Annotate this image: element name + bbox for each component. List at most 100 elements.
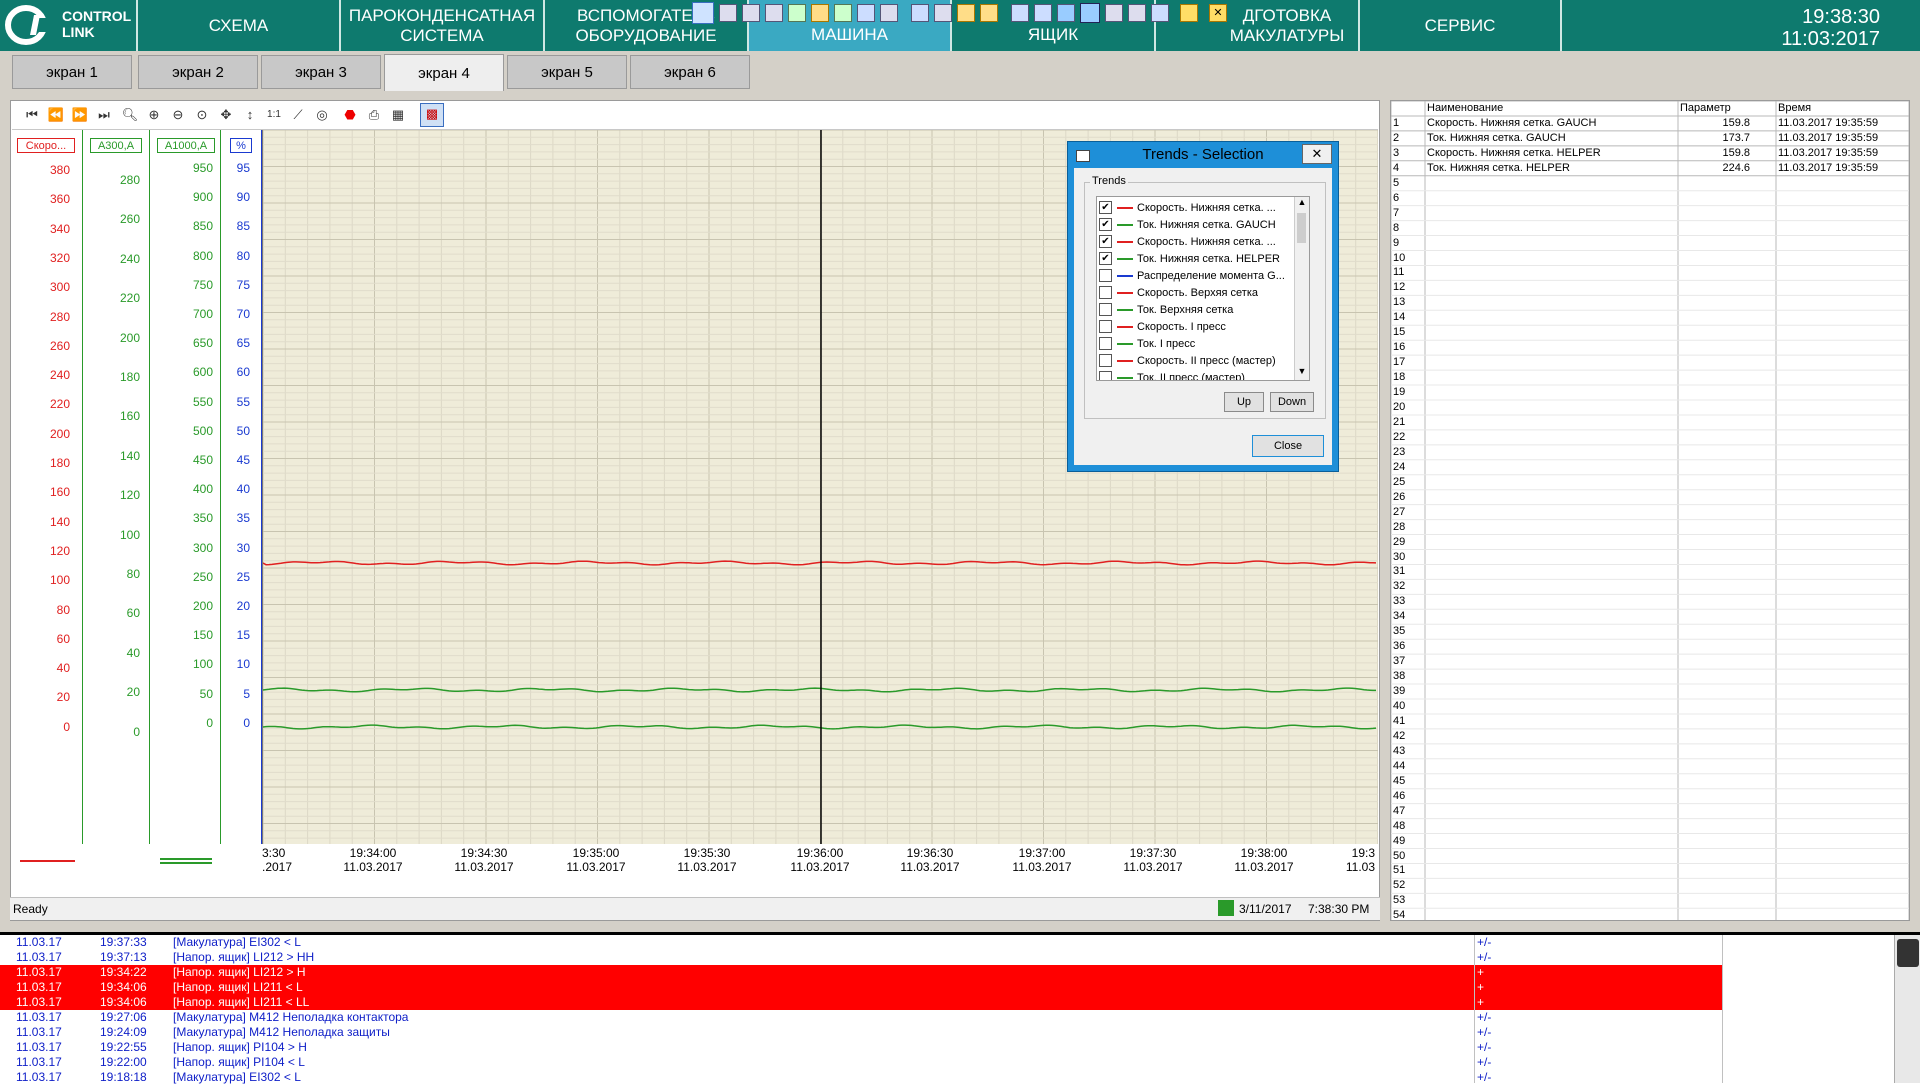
alarm-time: 19:34:22 bbox=[100, 965, 147, 979]
tab-screen-3[interactable]: экран 3 bbox=[261, 55, 381, 89]
tools-icon[interactable] bbox=[1128, 4, 1146, 22]
tab-screen-2[interactable]: экран 2 bbox=[138, 55, 258, 89]
alarm-row[interactable]: 11.03.17 19:22:00 [Напор. ящик] PI104 < L +… bbox=[0, 1055, 1894, 1070]
trend-list-item[interactable]: Ток. I пресс bbox=[1099, 335, 1195, 352]
nav-service[interactable]: СЕРВИС bbox=[1360, 0, 1562, 51]
trend-checkbox[interactable] bbox=[1099, 371, 1112, 380]
tab-screen-5[interactable]: экран 5 bbox=[507, 55, 627, 89]
trend-checkbox[interactable] bbox=[1099, 337, 1112, 350]
table-row-number: 10 bbox=[1393, 251, 1406, 264]
one-to-one-icon[interactable]: 1:1 bbox=[264, 105, 284, 125]
zoom-out-icon[interactable]: ⊖ bbox=[168, 105, 188, 125]
scroll-down-icon[interactable]: ▼ bbox=[1295, 366, 1309, 380]
tab-screen-1[interactable]: экран 1 bbox=[12, 55, 132, 89]
target-icon[interactable]: ◎ bbox=[312, 105, 332, 125]
alarm-text: [Макулатура] EI302 < L bbox=[173, 935, 301, 949]
print-icon[interactable]: ⎙ bbox=[364, 105, 384, 125]
trend-select-icon[interactable]: ▩ bbox=[420, 103, 444, 127]
alarm-row[interactable]: 11.03.17 19:34:06 [Напор. ящик] LI211 < LL… bbox=[0, 995, 1723, 1010]
first-icon[interactable]: ⏮ bbox=[22, 105, 42, 125]
trend-list-item[interactable]: ✔ Скорость. Нижняя сетка. ... bbox=[1099, 233, 1276, 250]
tab-screen-6[interactable]: экран 6 bbox=[630, 55, 750, 89]
tick-a300: 120 bbox=[119, 488, 140, 503]
alarm-scrollbar[interactable] bbox=[1894, 935, 1920, 1083]
trend-checkbox[interactable] bbox=[1099, 269, 1112, 282]
trend-checkbox[interactable] bbox=[1099, 303, 1112, 316]
user-icon[interactable] bbox=[911, 4, 929, 22]
up-button[interactable]: Up bbox=[1224, 392, 1264, 412]
trend-list-item[interactable]: Распределение момента G... bbox=[1099, 267, 1285, 284]
trend-list-item[interactable]: Скорость. Верхяя сетка bbox=[1099, 284, 1258, 301]
next-icon[interactable]: ⏩ bbox=[70, 105, 90, 125]
tab-screen-4[interactable]: экран 4 bbox=[384, 54, 504, 91]
trends-listbox[interactable]: ✔ Скорость. Нижняя сетка. ... ✔ Ток. Нижняя… bbox=[1096, 196, 1310, 381]
zoom-in-icon[interactable]: ⊕ bbox=[144, 105, 164, 125]
trend-list-item[interactable]: ✔ Ток. Нижняя сетка. HELPER bbox=[1099, 250, 1280, 267]
prev-icon[interactable]: ⏪ bbox=[46, 105, 66, 125]
trend-list-item[interactable]: Скорость. II пресс (мастер) bbox=[1099, 352, 1276, 369]
axis-box-a1000[interactable]: A1000,A bbox=[157, 138, 215, 153]
stop-icon[interactable]: ⬣ bbox=[340, 105, 360, 125]
remote-icon[interactable] bbox=[692, 2, 714, 24]
last-icon[interactable]: ⏭ bbox=[94, 105, 114, 125]
nav-schema[interactable]: СХЕМА bbox=[138, 0, 341, 51]
scroll-up-icon[interactable]: ▲ bbox=[1295, 197, 1309, 211]
axis-box-speed[interactable]: Скоро... bbox=[17, 138, 75, 153]
users-icon[interactable] bbox=[834, 4, 852, 22]
trend-checkbox[interactable]: ✔ bbox=[1099, 235, 1112, 248]
clock-app-icon[interactable] bbox=[811, 4, 829, 22]
alarm-row[interactable]: 11.03.17 19:27:06 [Макулатура] M412 Непола… bbox=[0, 1010, 1894, 1025]
zoom-area-icon[interactable]: ⊙ bbox=[192, 105, 212, 125]
trend-checkbox[interactable] bbox=[1099, 354, 1112, 367]
vertical-fit-icon[interactable]: ↕ bbox=[240, 105, 260, 125]
alarm-row[interactable]: 11.03.17 19:22:55 [Напор. ящик] PI104 > H +… bbox=[0, 1040, 1894, 1055]
trend-list-item[interactable]: ✔ Ток. Нижняя сетка. GAUCH bbox=[1099, 216, 1276, 233]
trend-checkbox[interactable]: ✔ bbox=[1099, 201, 1112, 214]
trend-list-item[interactable]: ✔ Скорость. Нижняя сетка. ... bbox=[1099, 199, 1276, 216]
alarm-row[interactable]: 11.03.17 19:18:18 [Макулатура] EI302 < L +/… bbox=[0, 1070, 1894, 1085]
alarm-row[interactable]: 11.03.17 19:34:22 [Напор. ящик] LI212 > H + bbox=[0, 965, 1723, 980]
chat-icon[interactable] bbox=[880, 4, 898, 22]
listbox-scrollbar[interactable]: ▲ ▼ bbox=[1294, 197, 1309, 380]
trend-checkbox[interactable] bbox=[1099, 286, 1112, 299]
nav-steam-condensate[interactable]: ПАРОКОНДЕНСАТНАЯ СИСТЕМА bbox=[341, 0, 545, 51]
screenshot-icon[interactable] bbox=[1080, 3, 1100, 23]
alarm-row[interactable]: 11.03.17 19:37:33 [Макулатура] EI302 < L +/… bbox=[0, 935, 1894, 950]
folder-icon[interactable] bbox=[1180, 4, 1198, 22]
chart-line-icon[interactable]: ⟋ bbox=[288, 105, 308, 125]
app-icon[interactable] bbox=[1057, 4, 1075, 22]
dialog-close-x[interactable]: ✕ bbox=[1302, 144, 1332, 164]
monitor-icon[interactable] bbox=[742, 4, 760, 22]
down-button[interactable]: Down bbox=[1270, 392, 1314, 412]
phone-icon[interactable] bbox=[857, 4, 875, 22]
trend-list-item[interactable]: Скорость. I пресс bbox=[1099, 318, 1226, 335]
trend-list-item[interactable]: Ток. Верхняя сетка bbox=[1099, 301, 1233, 318]
copy-icon[interactable] bbox=[1105, 4, 1123, 22]
trend-checkbox[interactable]: ✔ bbox=[1099, 252, 1112, 265]
group-icon[interactable] bbox=[934, 4, 952, 22]
window-icon[interactable] bbox=[719, 4, 737, 22]
screen-icon[interactable] bbox=[1011, 4, 1029, 22]
time-axis: 3:30.2017 19:34:00 11.03.2017 19:34:30 11.03… bbox=[262, 844, 1377, 894]
axis-box-a300[interactable]: A300,A bbox=[90, 138, 142, 153]
close-button[interactable]: Close bbox=[1252, 435, 1324, 457]
alarm-row[interactable]: 11.03.17 19:34:06 [Напор. ящик] LI211 < L + bbox=[0, 980, 1723, 995]
scroll-thumb[interactable] bbox=[1297, 213, 1306, 243]
zoom-icon[interactable]: 🔍︎ bbox=[120, 105, 140, 125]
key-icon[interactable] bbox=[980, 4, 998, 22]
settings-icon[interactable] bbox=[1151, 4, 1169, 22]
alarm-row[interactable]: 11.03.17 19:24:09 [Макулатура] M412 Непола… bbox=[0, 1025, 1894, 1040]
axis-box-percent[interactable]: % bbox=[230, 138, 252, 153]
lock-icon[interactable] bbox=[957, 4, 975, 22]
pan-icon[interactable]: ✥ bbox=[216, 105, 236, 125]
trend-checkbox[interactable]: ✔ bbox=[1099, 218, 1112, 231]
refresh-icon[interactable] bbox=[1034, 4, 1052, 22]
close-app-icon[interactable]: ✕ bbox=[1209, 4, 1227, 22]
alarm-row[interactable]: 11.03.17 19:37:13 [Напор. ящик] LI212 > HH… bbox=[0, 950, 1894, 965]
console-icon[interactable] bbox=[765, 4, 783, 22]
alarm-panel-toggle-icon[interactable] bbox=[1897, 939, 1919, 967]
trend-list-item[interactable]: Ток. II пресс (мастер) bbox=[1099, 369, 1245, 380]
trend-checkbox[interactable] bbox=[1099, 320, 1112, 333]
export-icon[interactable]: ▦ bbox=[388, 105, 408, 125]
network-icon[interactable] bbox=[788, 4, 806, 22]
